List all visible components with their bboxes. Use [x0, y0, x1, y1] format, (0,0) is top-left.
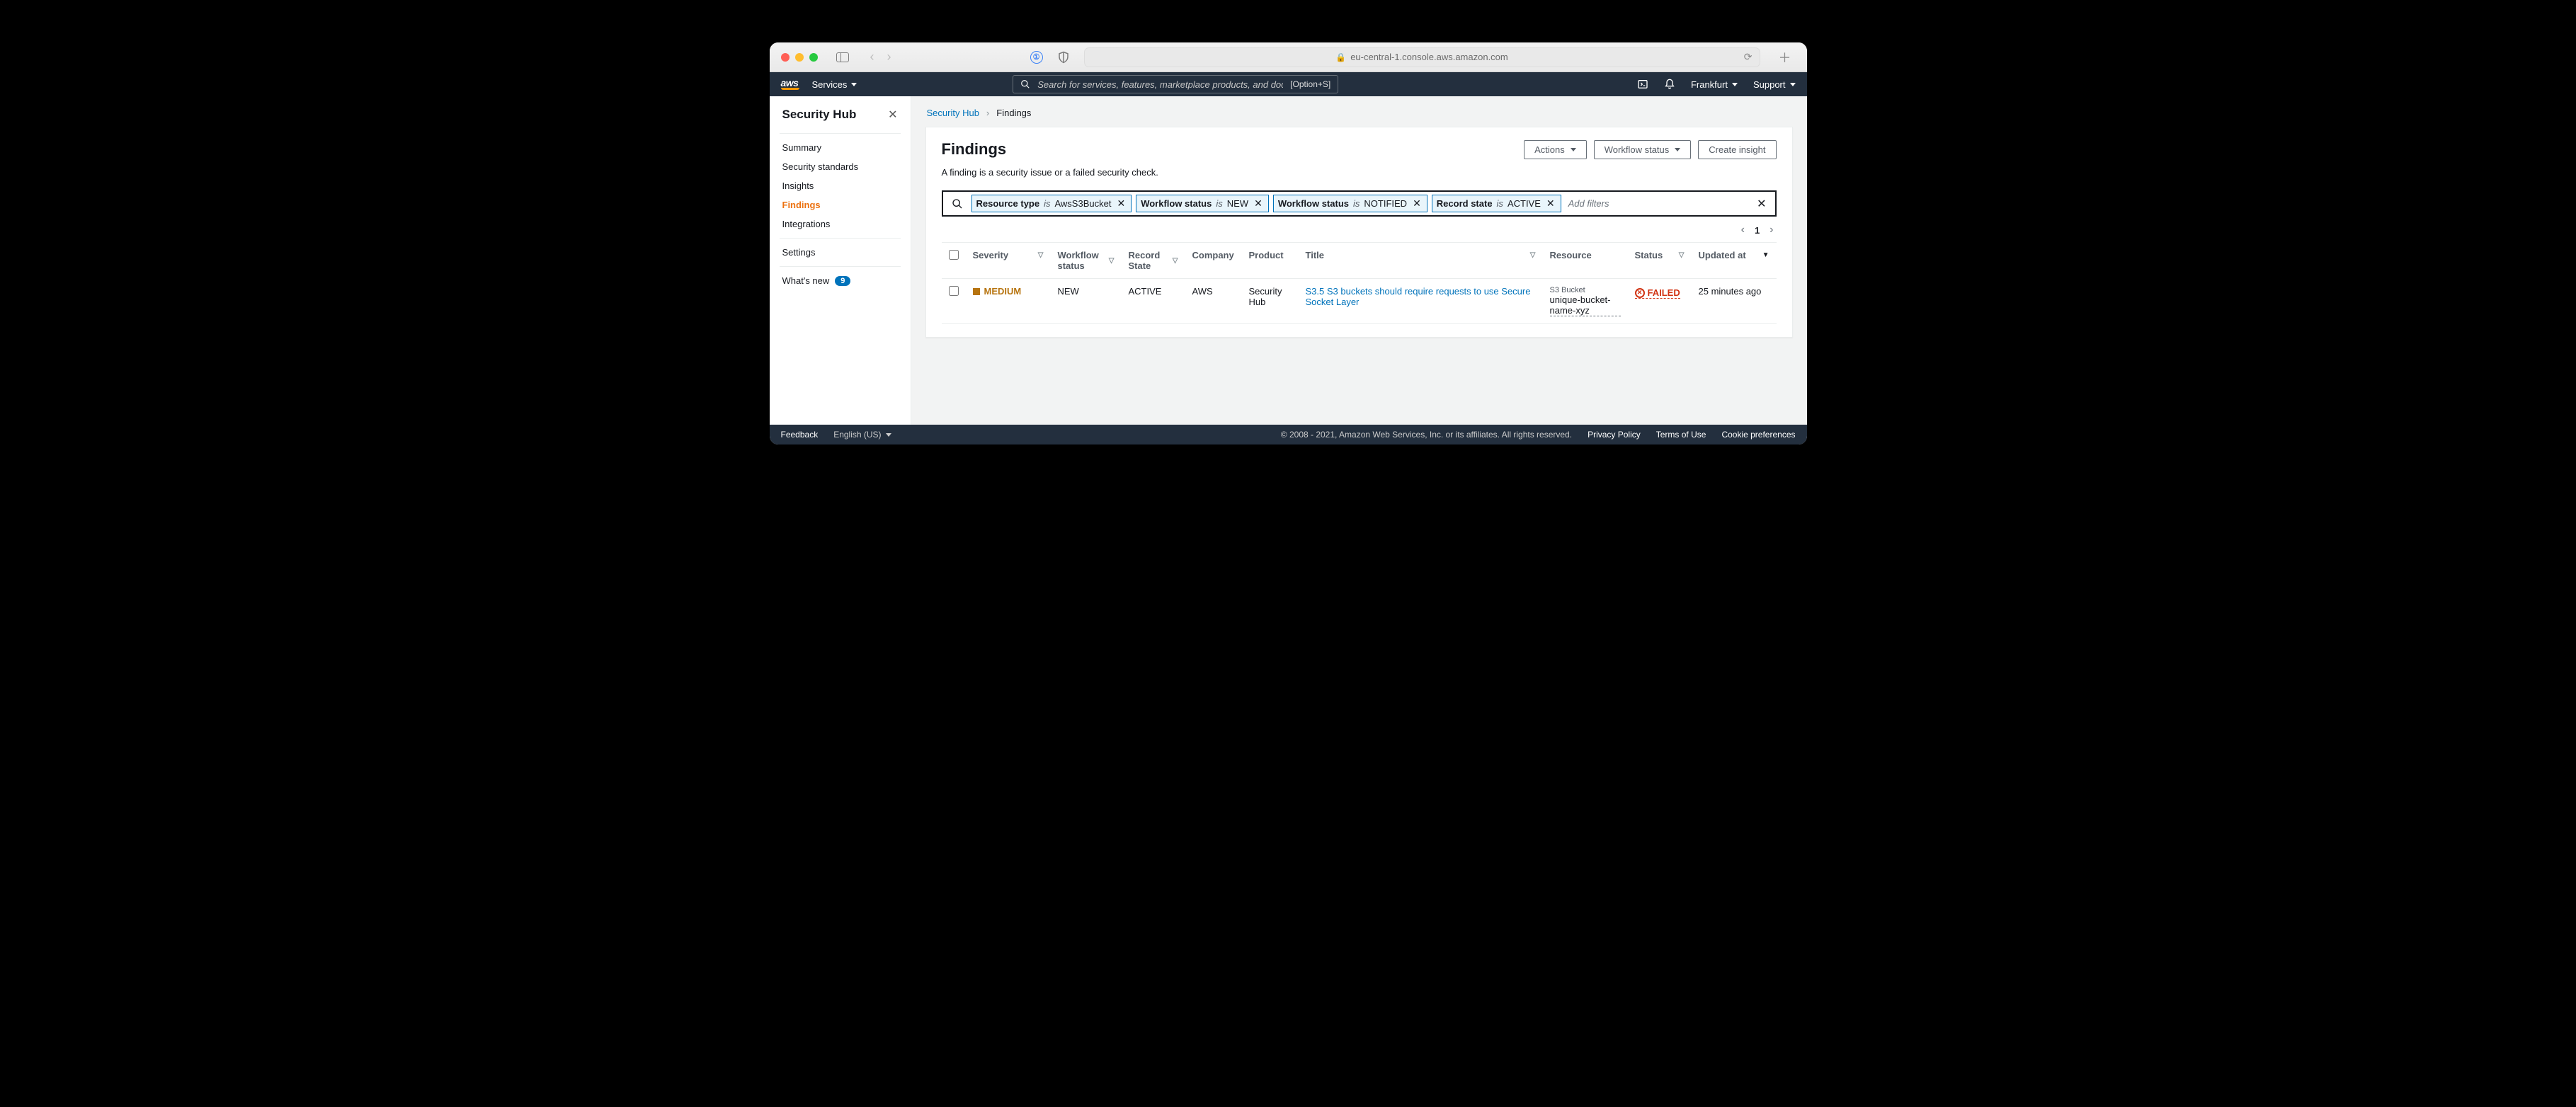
- language-selector[interactable]: English (US): [833, 430, 891, 440]
- cell-workflow: NEW: [1051, 279, 1122, 324]
- reload-icon[interactable]: ⟳: [1744, 51, 1753, 63]
- resource-type-label: S3 Bucket: [1550, 286, 1621, 294]
- browser-window: ‹ › ① 🔒 eu-central-1.console.aws.amazon.…: [770, 42, 1807, 444]
- caret-down-icon: [851, 83, 857, 86]
- sidebar-item-findings[interactable]: Findings: [770, 195, 911, 214]
- search-shortcut: [Option+S]: [1290, 79, 1330, 89]
- page-number: 1: [1755, 225, 1760, 236]
- global-search-input[interactable]: [1037, 79, 1283, 90]
- password-icon[interactable]: ①: [1030, 51, 1043, 64]
- workflow-status-button[interactable]: Workflow status: [1594, 140, 1692, 159]
- caret-down-icon: [1675, 148, 1680, 151]
- remove-chip-icon[interactable]: ✕: [1545, 197, 1556, 210]
- filter-bar[interactable]: Resource type is AwsS3Bucket ✕ Workflow …: [942, 190, 1777, 217]
- region-selector[interactable]: Frankfurt: [1691, 79, 1738, 90]
- caret-down-icon: [1790, 83, 1796, 86]
- bell-icon[interactable]: [1664, 79, 1675, 90]
- findings-panel: Findings A finding is a security issue o…: [925, 127, 1793, 338]
- services-menu[interactable]: Services: [812, 79, 857, 90]
- sort-icon[interactable]: ▽: [1530, 251, 1536, 259]
- sort-icon[interactable]: ▼: [1762, 251, 1769, 259]
- add-filters-input[interactable]: Add filters: [1566, 198, 1753, 209]
- copyright-text: © 2008 - 2021, Amazon Web Services, Inc.…: [1281, 430, 1572, 440]
- actions-button[interactable]: Actions: [1524, 140, 1587, 159]
- back-icon[interactable]: ‹: [870, 50, 874, 64]
- table-header-row: Severity▽ Workflow status▽ Record State▽…: [942, 243, 1777, 279]
- page-prev-icon[interactable]: ‹: [1741, 224, 1745, 236]
- create-insight-button[interactable]: Create insight: [1698, 140, 1776, 159]
- search-icon: [1020, 79, 1030, 89]
- lock-icon: 🔒: [1335, 52, 1346, 62]
- page-title: Findings: [942, 140, 1158, 159]
- cell-updated: 25 minutes ago: [1692, 279, 1777, 324]
- sort-icon[interactable]: ▽: [1038, 251, 1044, 259]
- breadcrumb-current: Findings: [996, 108, 1031, 118]
- cell-product: Security Hub: [1242, 279, 1299, 324]
- sidebar-item-standards[interactable]: Security standards: [770, 157, 911, 176]
- sidebar-toggle-icon[interactable]: [836, 52, 849, 62]
- filter-chip[interactable]: Workflow status is NEW ✕: [1136, 195, 1269, 212]
- severity-badge: MEDIUM: [973, 286, 1022, 297]
- feedback-link[interactable]: Feedback: [781, 430, 819, 440]
- aws-top-nav: aws Services [Option+S] F: [770, 72, 1807, 96]
- sort-icon[interactable]: ▽: [1109, 257, 1115, 265]
- service-sidebar: Security Hub ✕ Summary Security standard…: [770, 96, 911, 425]
- filter-chip[interactable]: Workflow status is NOTIFIED ✕: [1273, 195, 1427, 212]
- support-menu[interactable]: Support: [1753, 79, 1796, 90]
- caret-down-icon: [886, 433, 891, 437]
- finding-title-link[interactable]: S3.5 S3 buckets should require requests …: [1306, 286, 1531, 307]
- select-all-checkbox[interactable]: [949, 250, 959, 260]
- global-search[interactable]: [Option+S]: [1013, 75, 1338, 93]
- cookies-link[interactable]: Cookie preferences: [1721, 430, 1795, 440]
- page-subtitle: A finding is a security issue or a faile…: [942, 167, 1158, 178]
- console-footer: Feedback English (US) © 2008 - 2021, Ama…: [770, 425, 1807, 444]
- main-content: Security Hub › Findings Findings A findi…: [911, 96, 1807, 425]
- chevron-right-icon: ›: [986, 108, 989, 118]
- clear-filters-icon[interactable]: ✕: [1757, 197, 1770, 211]
- whatsnew-badge: 9: [835, 276, 850, 286]
- status-badge[interactable]: ✕ FAILED: [1635, 287, 1680, 299]
- caret-down-icon: [1732, 83, 1738, 86]
- sidebar-item-insights[interactable]: Insights: [770, 176, 911, 195]
- remove-chip-icon[interactable]: ✕: [1115, 197, 1127, 210]
- failed-icon: ✕: [1635, 288, 1645, 298]
- caret-down-icon: [1571, 148, 1576, 151]
- resource-name[interactable]: unique-bucket-name-xyz: [1550, 294, 1621, 316]
- filter-chip[interactable]: Record state is ACTIVE ✕: [1432, 195, 1561, 212]
- remove-chip-icon[interactable]: ✕: [1253, 197, 1264, 210]
- cloudshell-icon[interactable]: [1637, 79, 1648, 90]
- sort-icon[interactable]: ▽: [1679, 251, 1685, 259]
- sort-icon[interactable]: ▽: [1173, 257, 1178, 265]
- search-icon: [947, 198, 967, 210]
- breadcrumb: Security Hub › Findings: [927, 108, 1793, 118]
- nav-arrows: ‹ ›: [870, 50, 891, 64]
- pagination: ‹ 1 ›: [945, 224, 1774, 236]
- row-checkbox[interactable]: [949, 286, 959, 296]
- cell-company: AWS: [1185, 279, 1242, 324]
- forward-icon[interactable]: ›: [887, 50, 891, 64]
- window-controls[interactable]: [781, 53, 818, 62]
- sidebar-item-settings[interactable]: Settings: [770, 243, 911, 262]
- page-next-icon[interactable]: ›: [1769, 224, 1773, 236]
- breadcrumb-root[interactable]: Security Hub: [927, 108, 979, 118]
- close-icon[interactable]: ✕: [888, 108, 897, 122]
- filter-chip[interactable]: Resource type is AwsS3Bucket ✕: [971, 195, 1132, 212]
- terms-link[interactable]: Terms of Use: [1656, 430, 1706, 440]
- address-bar[interactable]: 🔒 eu-central-1.console.aws.amazon.com ⟳: [1084, 47, 1760, 67]
- shield-icon[interactable]: [1057, 51, 1070, 64]
- browser-toolbar: ‹ › ① 🔒 eu-central-1.console.aws.amazon.…: [770, 42, 1807, 72]
- privacy-link[interactable]: Privacy Policy: [1588, 430, 1641, 440]
- new-tab-icon[interactable]: ＋: [1779, 48, 1791, 67]
- sidebar-item-whatsnew[interactable]: What's new 9: [770, 271, 911, 290]
- sidebar-item-integrations[interactable]: Integrations: [770, 214, 911, 234]
- table-row[interactable]: MEDIUM NEW ACTIVE AWS Security Hub S3.5 …: [942, 279, 1777, 324]
- url-text: eu-central-1.console.aws.amazon.com: [1350, 52, 1508, 62]
- cell-record: ACTIVE: [1122, 279, 1185, 324]
- remove-chip-icon[interactable]: ✕: [1411, 197, 1423, 210]
- findings-table: Severity▽ Workflow status▽ Record State▽…: [942, 242, 1777, 324]
- aws-logo[interactable]: aws: [781, 77, 799, 90]
- sidebar-item-summary[interactable]: Summary: [770, 138, 911, 157]
- sidebar-title: Security Hub: [782, 108, 857, 122]
